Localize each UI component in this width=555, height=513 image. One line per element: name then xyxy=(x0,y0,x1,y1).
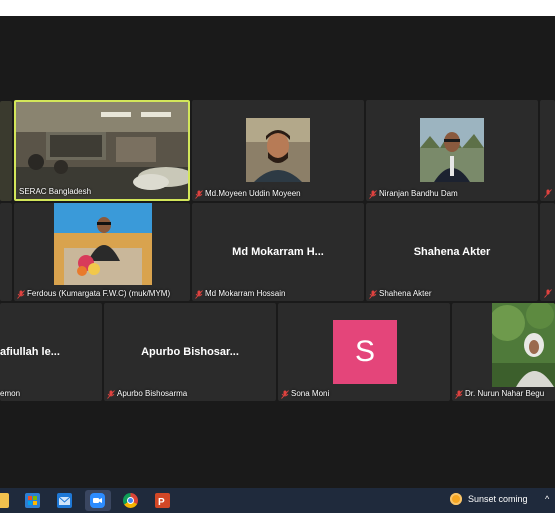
participant-name: Md Mokarram Hossain xyxy=(205,289,286,298)
tray-caret-icon[interactable]: ^ xyxy=(545,494,549,504)
window-top-bar xyxy=(0,0,555,16)
participant-name: Shahena Akter xyxy=(379,289,432,298)
participant-label: Md.Moyeen Uddin Moyeen xyxy=(195,189,301,199)
mic-muted-icon xyxy=(195,289,203,299)
participant-tile-afiullah[interactable]: afiullah le... emon xyxy=(0,303,102,401)
profile-photo-moyeen xyxy=(246,118,310,182)
profile-photo-ferdous xyxy=(54,203,152,285)
weather-widget[interactable]: Sunset coming xyxy=(450,493,528,505)
participant-tile-apurbo[interactable]: Apurbo Bishosar... Apurbo Bishosarma xyxy=(104,303,276,401)
participant-tile-serac[interactable]: SERAC Bangladesh xyxy=(14,100,190,201)
participant-tile-shahena[interactable]: Shahena Akter Shahena Akter xyxy=(366,203,538,301)
mic-muted-icon xyxy=(195,189,203,199)
chrome-icon[interactable] xyxy=(123,493,138,508)
windows-taskbar: P Sunset coming ^ xyxy=(0,488,555,513)
avatar-letter: S xyxy=(354,335,375,368)
participant-label: Apurbo Bishosarma xyxy=(107,389,187,399)
participant-name: Sona Moni xyxy=(291,389,330,398)
mic-muted-icon xyxy=(17,289,25,299)
mic-muted-icon xyxy=(369,189,377,199)
mic-muted-icon xyxy=(455,389,463,399)
mic-muted-icon xyxy=(544,189,552,198)
svg-text:P: P xyxy=(158,497,165,508)
mic-muted-icon xyxy=(369,289,377,299)
participant-tile-partial-left-2[interactable] xyxy=(0,203,12,301)
participant-label: Dr. Nurun Nahar Begu xyxy=(455,389,544,399)
participant-tile-sona[interactable]: S Sona Moni xyxy=(278,303,450,401)
profile-photo-nurun xyxy=(492,303,555,387)
participant-label: Md Mokarram Hossain xyxy=(195,289,285,299)
participant-label: SERAC Bangladesh xyxy=(19,187,91,197)
participant-tile-partial-right[interactable] xyxy=(540,100,555,201)
participant-label: emon xyxy=(0,389,20,399)
participant-tile-partial-right-2[interactable] xyxy=(540,203,555,301)
sunset-icon xyxy=(450,493,462,505)
participant-label: Shahena Akter xyxy=(369,289,431,299)
participant-name: Dr. Nurun Nahar Begu xyxy=(465,389,545,398)
participant-name: Md.Moyeen Uddin Moyeen xyxy=(205,189,301,198)
participant-display-name: afiullah le... xyxy=(0,346,60,358)
participant-tile-mokarram[interactable]: Md Mokarram H... Md Mokarram Hossain xyxy=(192,203,364,301)
weather-text: Sunset coming xyxy=(468,494,528,504)
profile-photo-niranjan xyxy=(420,118,484,182)
participant-display-name: Shahena Akter xyxy=(413,246,491,258)
participant-name: SERAC Bangladesh xyxy=(19,187,92,196)
participant-tile-ferdous[interactable]: Ferdous (Kumargata F.W.C) (muk/MYM) xyxy=(14,203,190,301)
participant-tile-nurun[interactable]: Dr. Nurun Nahar Begu xyxy=(452,303,555,401)
participant-name: Ferdous (Kumargata F.W.C) (muk/MYM) xyxy=(27,289,171,298)
powerpoint-icon[interactable]: P xyxy=(155,493,170,508)
mic-muted-icon xyxy=(107,389,115,399)
mic-muted-icon xyxy=(281,389,289,399)
participant-label: Sona Moni xyxy=(281,389,329,399)
avatar: S xyxy=(333,320,397,384)
participant-name: Apurbo Bishosarma xyxy=(117,389,188,398)
participant-display-name: Apurbo Bishosar... xyxy=(141,346,239,358)
participant-display-name: Md Mokarram H... xyxy=(232,246,324,258)
video-gallery: SERAC Bangladesh Md.Moyeen Uddin Moyeen xyxy=(0,16,555,488)
participant-tile-partial-left[interactable] xyxy=(0,101,12,201)
mic-muted-icon xyxy=(544,289,552,298)
file-explorer-icon[interactable] xyxy=(0,493,9,508)
store-icon[interactable] xyxy=(25,493,40,508)
participant-tile-moyeen[interactable]: Md.Moyeen Uddin Moyeen xyxy=(192,100,364,201)
participant-name: emon xyxy=(0,389,21,398)
mail-icon[interactable] xyxy=(57,493,72,508)
participant-name: Niranjan Bandhu Dam xyxy=(379,189,458,198)
participant-label: Niranjan Bandhu Dam xyxy=(369,189,458,199)
participant-label: Ferdous (Kumargata F.W.C) (muk/MYM) xyxy=(17,289,170,299)
zoom-icon[interactable] xyxy=(90,493,105,508)
participant-tile-niranjan[interactable]: Niranjan Bandhu Dam xyxy=(366,100,538,201)
